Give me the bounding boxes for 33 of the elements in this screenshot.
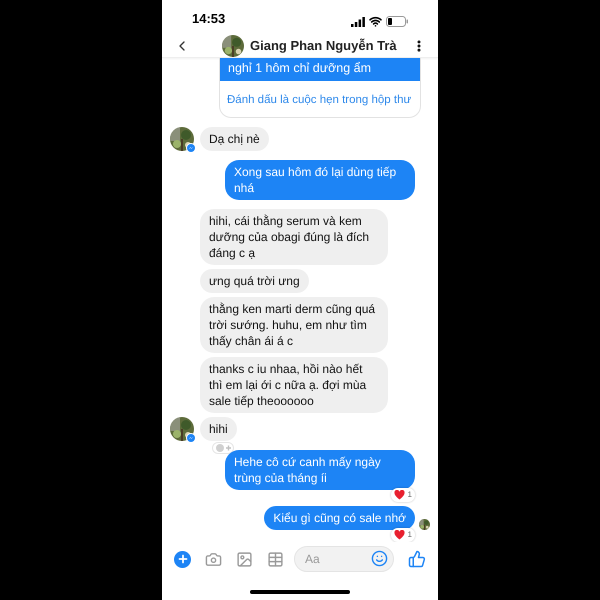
messenger-badge-icon bbox=[186, 143, 196, 153]
status-time: 14:53 bbox=[192, 10, 226, 28]
add-button[interactable] bbox=[174, 550, 191, 568]
plus-icon bbox=[176, 553, 188, 565]
reaction-badge[interactable]: 1 bbox=[390, 528, 415, 542]
signal-icon bbox=[351, 16, 365, 26]
battery-icon bbox=[386, 16, 408, 27]
messenger-badge-icon bbox=[186, 433, 196, 443]
incoming-message: thằng ken marti derm cũng quá trời sướng. huhu, em như tìm thấy chân ái á c bbox=[200, 297, 388, 353]
message-field[interactable]: Aa bbox=[294, 546, 394, 572]
event-message: nghỉ 1 hôm chỉ dưỡng ẩm bbox=[220, 58, 420, 81]
incoming-message: hihi bbox=[200, 417, 237, 441]
incoming-message: thanks c iu nhaa, hồi nào hết thì em lại ới c nữa ạ. đợi mùa sale tiếp theoooooo bbox=[200, 357, 388, 413]
incoming-message: ưng quá trời ưng bbox=[200, 269, 309, 293]
reaction-count: 1 bbox=[408, 489, 412, 501]
incoming-message: hihi, cái thằng serum và kem dưỡng của obagi đúng là đích đáng c ạ bbox=[200, 209, 388, 265]
heart-icon bbox=[394, 530, 405, 540]
mark-appointment-link[interactable]: Đánh dấu là cuộc hẹn trong hộp thư bbox=[227, 94, 412, 106]
like-icon[interactable] bbox=[408, 550, 426, 568]
grid-icon[interactable] bbox=[267, 550, 284, 568]
image-icon[interactable] bbox=[236, 550, 253, 568]
outgoing-message: Kiểu gì cũng có sale nhớ bbox=[264, 506, 415, 530]
emoji-icon[interactable] bbox=[371, 550, 388, 567]
incoming-message: Dạ chị nè bbox=[200, 127, 269, 151]
heart-icon bbox=[394, 490, 405, 500]
camera-icon[interactable] bbox=[205, 550, 222, 568]
reaction-badge[interactable]: 1 bbox=[390, 488, 415, 502]
add-reaction-icon[interactable] bbox=[212, 442, 234, 454]
contact-name: Giang Phan Nguyễn Trà bbox=[250, 36, 397, 55]
outgoing-message: Hehe cô cứ canh mấy ngày trùng của tháng íi bbox=[225, 450, 415, 490]
reaction-count: 1 bbox=[408, 529, 412, 541]
wifi-icon bbox=[369, 15, 382, 28]
outgoing-message: Xong sau hôm đó lại dùng tiếp nhá bbox=[225, 160, 415, 200]
